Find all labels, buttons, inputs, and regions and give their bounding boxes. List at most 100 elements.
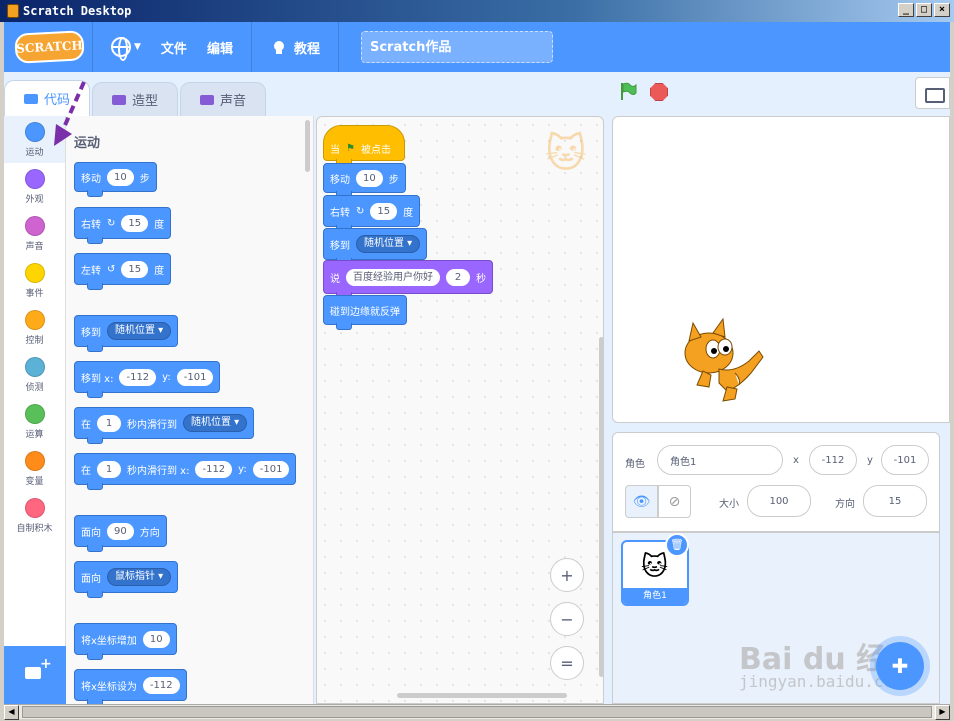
- add-extension-button[interactable]: [4, 646, 66, 704]
- y-input[interactable]: -101: [176, 368, 214, 386]
- tab-costumes[interactable]: 造型: [92, 82, 178, 116]
- script-say-block[interactable]: 说百度经验用户你好 2 秒: [323, 260, 493, 299]
- category-item[interactable]: 变量: [4, 445, 65, 492]
- towards-dropdown[interactable]: 鼠标指针: [107, 568, 172, 586]
- maximize-button[interactable]: □: [916, 3, 932, 17]
- stage-canvas[interactable]: [612, 116, 950, 423]
- delete-sprite-button[interactable]: 🗑: [665, 533, 689, 557]
- window-hscrollbar[interactable]: ◀ ▶: [4, 704, 950, 720]
- category-dot-icon: [24, 403, 45, 424]
- x-input[interactable]: -112: [119, 368, 157, 386]
- tutorials-menu[interactable]: 教程: [270, 22, 320, 72]
- change-x-block[interactable]: 将x坐标增加 10: [74, 623, 177, 660]
- goto-xy-block[interactable]: 移到 x: -112 y: -101: [74, 361, 221, 398]
- zoom-reset-button[interactable]: =: [550, 646, 584, 680]
- scroll-left-icon[interactable]: ◀: [4, 705, 19, 720]
- goto-block[interactable]: 移到 随机位置: [74, 315, 179, 352]
- block-text: 秒内滑行到 x:: [127, 465, 190, 477]
- file-menu[interactable]: 文件: [161, 22, 187, 72]
- choose-sprite-button[interactable]: ✚: [876, 642, 924, 690]
- script-move-block[interactable]: 移动 10 步: [323, 163, 406, 198]
- category-item[interactable]: 控制: [4, 304, 65, 351]
- show-sprite-button[interactable]: 👁: [625, 485, 658, 518]
- category-item[interactable]: 侦测: [4, 351, 65, 398]
- turn-left-block[interactable]: 左转 ↺ 15 度: [74, 253, 172, 290]
- hide-sprite-button[interactable]: ⊘: [658, 485, 691, 518]
- set-x-input[interactable]: -112: [142, 676, 180, 694]
- category-item[interactable]: 运算: [4, 398, 65, 445]
- sprite-name-label: 角色: [625, 459, 645, 470]
- say-text-input[interactable]: 百度经验用户你好: [346, 268, 440, 286]
- palette-scrollbar[interactable]: [305, 120, 310, 172]
- point-direction-block[interactable]: 面向 90 方向: [74, 515, 167, 552]
- project-title-input[interactable]: Scratch作品: [360, 31, 553, 63]
- sprite-name-input[interactable]: 角色1: [657, 445, 783, 475]
- change-x-input[interactable]: 10: [142, 630, 170, 648]
- close-button[interactable]: ×: [934, 3, 950, 17]
- secs-input[interactable]: 1: [97, 414, 121, 432]
- goto-target-dropdown[interactable]: 随机位置: [107, 322, 172, 340]
- glide-target-dropdown[interactable]: 随机位置: [183, 414, 248, 432]
- degrees-input[interactable]: 15: [370, 202, 398, 220]
- point-towards-block[interactable]: 面向 鼠标指针: [74, 561, 179, 598]
- turn-right-block[interactable]: 右转 ↻ 15 度: [74, 207, 172, 244]
- set-x-block[interactable]: 将x坐标设为 -112: [74, 669, 187, 704]
- workspace-vscrollbar[interactable]: [599, 337, 604, 677]
- stop-button[interactable]: [650, 83, 668, 101]
- block-text: 度: [403, 207, 414, 219]
- cat-sprite[interactable]: [679, 313, 775, 403]
- category-item[interactable]: 外观: [4, 163, 65, 210]
- say-secs-input[interactable]: 2: [446, 268, 470, 286]
- category-dot-icon: [24, 497, 45, 518]
- script-workspace[interactable]: 🐱 当⚑被点击 移动10步 右转↻15度 移到随机位置 说百度经验用户你好2秒 …: [316, 116, 604, 704]
- sprite-info-panel: 角色 角色1 x -112 y -101 👁 ⊘ 大小 100 方向 15: [612, 432, 940, 532]
- zoom-in-button[interactable]: +: [550, 558, 584, 592]
- move-steps-block[interactable]: 移动 10 步: [74, 162, 157, 197]
- glide-xy-block[interactable]: 在 1 秒内滑行到 x: -112 y: -101: [74, 453, 297, 490]
- green-flag-button[interactable]: [618, 81, 638, 101]
- block-text: 当: [330, 144, 340, 156]
- when-flag-clicked-block[interactable]: 当 ⚑ 被点击: [323, 125, 405, 166]
- category-label: 运算: [25, 429, 44, 440]
- x-input[interactable]: -112: [809, 445, 857, 475]
- block-text: 移到: [330, 240, 350, 252]
- degrees-input[interactable]: 15: [121, 214, 149, 232]
- edit-menu[interactable]: 编辑: [207, 22, 233, 72]
- secs-input[interactable]: 1: [97, 460, 121, 478]
- steps-input[interactable]: 10: [107, 168, 134, 186]
- app-icon: [7, 4, 19, 18]
- scroll-right-icon[interactable]: ▶: [935, 705, 950, 720]
- block-text: 左转: [81, 265, 101, 277]
- glide-to-block[interactable]: 在 1 秒内滑行到 随机位置: [74, 407, 255, 444]
- degrees-input[interactable]: 15: [121, 260, 149, 278]
- workspace-hscrollbar[interactable]: [397, 693, 567, 698]
- category-item[interactable]: 声音: [4, 210, 65, 257]
- direction-input[interactable]: 15: [863, 485, 927, 517]
- scratch-logo[interactable]: SCRATCH: [14, 30, 85, 64]
- script-bounce-block[interactable]: 碰到边缘就反弹: [323, 295, 407, 330]
- steps-input[interactable]: 10: [356, 169, 383, 187]
- script-turn-block[interactable]: 右转 ↻ 15 度: [323, 195, 421, 232]
- tab-sounds[interactable]: 声音: [180, 82, 266, 116]
- y-input[interactable]: -101: [881, 445, 929, 475]
- block-text: 被点击: [360, 144, 391, 156]
- minimize-button[interactable]: _: [898, 3, 914, 17]
- language-menu[interactable]: ▼: [111, 22, 141, 72]
- script-goto-block[interactable]: 移到 随机位置: [323, 228, 428, 265]
- category-label: 控制: [25, 335, 44, 346]
- zoom-out-button[interactable]: −: [550, 602, 584, 636]
- stage-layout-button[interactable]: [915, 77, 950, 109]
- hscroll-thumb[interactable]: [22, 706, 932, 718]
- block-text: 将x坐标增加: [81, 635, 137, 647]
- y-input[interactable]: -101: [252, 460, 290, 478]
- eye-icon: 👁: [632, 493, 651, 510]
- category-item[interactable]: 事件: [4, 257, 65, 304]
- direction-input[interactable]: 90: [107, 522, 134, 540]
- size-input[interactable]: 100: [747, 485, 811, 517]
- x-input[interactable]: -112: [195, 460, 233, 478]
- category-item[interactable]: 自制积木: [4, 492, 65, 539]
- tab-costumes-label: 造型: [131, 94, 158, 109]
- block-text: 步: [388, 174, 399, 186]
- goto-target-dropdown[interactable]: 随机位置: [356, 235, 421, 253]
- category-dot-icon: [24, 450, 45, 471]
